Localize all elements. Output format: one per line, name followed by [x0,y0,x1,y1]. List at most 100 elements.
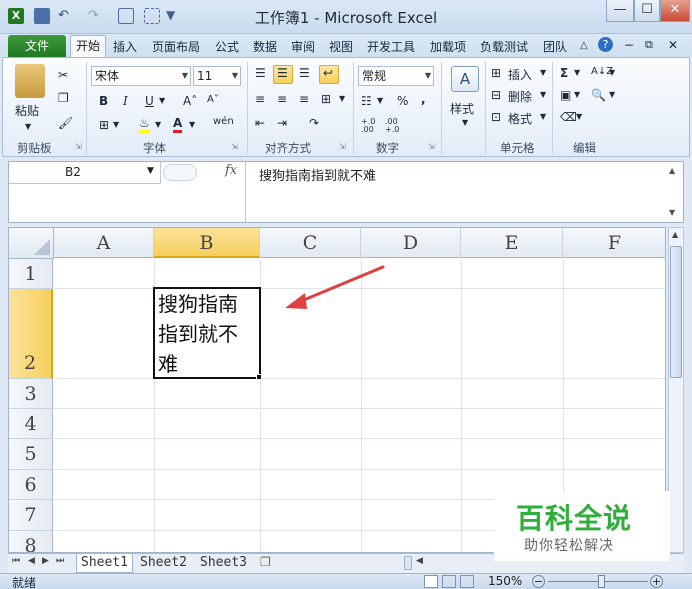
row-header-1[interactable]: 1 [9,259,53,289]
underline-dropdown-icon[interactable]: ▼ [159,96,165,105]
column-header-f[interactable]: F [563,228,665,258]
row-header-8[interactable]: 8 [9,531,53,552]
formula-collapse-icon[interactable]: ▲ [669,166,675,175]
decrease-indent-icon[interactable]: ⇤ [255,116,265,130]
insert-cells-dropdown-icon[interactable]: ▼ [540,68,546,77]
formula-expand-icon[interactable]: ▼ [669,208,675,217]
border-dropdown-icon[interactable]: ▼ [113,120,119,129]
font-size-combo[interactable]: 11 ▼ [193,66,241,86]
currency-icon[interactable]: ☷ [361,94,372,108]
paste-icon[interactable] [15,64,45,98]
grow-font-button[interactable]: A˄ [183,94,197,108]
column-header-d[interactable]: D [361,228,461,258]
number-launcher-icon[interactable]: ⇲ [428,142,435,151]
name-box[interactable]: B2 ▼ [9,162,161,184]
page-layout-view-icon[interactable] [442,575,456,588]
workbook-restore-icon[interactable]: ⧉ [645,38,653,52]
delete-cells-icon[interactable]: ⊟ [491,88,501,102]
fill-icon[interactable]: ▣ [560,88,571,102]
tab-file[interactable]: 文件 [8,35,66,57]
font-color-icon[interactable]: A [173,116,183,133]
vertical-scrollbar[interactable]: ▲ [668,227,684,553]
tab-formulas[interactable]: 公式 [215,38,239,55]
font-size-dropdown-icon[interactable]: ▼ [232,67,238,85]
tab-load-test[interactable]: 负载测试 [480,38,528,55]
zoom-in-icon[interactable]: + [650,575,663,588]
merge-dropdown-icon[interactable]: ▼ [339,94,345,103]
paste-dropdown-icon[interactable]: ▼ [25,122,31,131]
fill-color-dropdown-icon[interactable]: ▼ [155,120,161,129]
formula-cancel-enter-area[interactable] [163,164,197,181]
insert-cells-icon[interactable]: ⊞ [491,66,501,80]
italic-button[interactable]: I [123,94,128,108]
autosum-dropdown-icon[interactable]: ▼ [574,68,580,77]
row-header-6[interactable]: 6 [9,470,53,500]
row-header-5[interactable]: 5 [9,439,53,470]
first-sheet-icon[interactable]: ⏮ [12,556,20,566]
copy-icon[interactable]: ❐ [58,91,69,105]
find-select-dropdown-icon[interactable]: ▼ [609,90,615,99]
font-color-dropdown-icon[interactable]: ▼ [189,120,195,129]
zoom-level[interactable]: 150% [488,574,522,588]
tab-developer[interactable]: 开发工具 [367,38,415,55]
row-header-3[interactable]: 3 [9,379,53,409]
column-header-e[interactable]: E [461,228,563,258]
tab-review[interactable]: 审阅 [291,38,315,55]
align-top-icon[interactable]: ☰ [255,66,266,80]
shrink-font-button[interactable]: A˅ [207,94,219,105]
sort-filter-dropdown-icon[interactable]: ▼ [609,68,615,77]
autosum-button[interactable]: Σ [560,66,568,80]
phonetic-button[interactable]: wén [213,116,234,127]
percent-button[interactable]: % [397,94,408,108]
ribbon-minimize-icon[interactable]: △ [580,40,588,51]
bold-button[interactable]: B [99,94,108,108]
number-format-combo[interactable]: 常规 ▼ [358,66,434,86]
number-format-dropdown-icon[interactable]: ▼ [425,67,431,85]
column-header-c[interactable]: C [260,228,361,258]
alignment-launcher-icon[interactable]: ⇲ [339,142,346,151]
normal-view-icon[interactable] [424,575,438,588]
align-center-icon[interactable]: ≡ [277,92,287,106]
find-select-icon[interactable]: 🔍 [591,88,606,102]
styles-dropdown-icon[interactable]: ▼ [462,118,468,127]
tab-page-layout[interactable]: 页面布局 [152,38,200,55]
vertical-scroll-thumb[interactable] [670,246,682,378]
minimize-button[interactable]: — [606,0,634,22]
fill-color-icon[interactable]: ♨ [139,116,150,133]
column-header-a[interactable]: A [54,228,154,258]
currency-dropdown-icon[interactable]: ▼ [377,96,383,105]
align-left-icon[interactable]: ≡ [255,92,265,106]
format-cells-icon[interactable]: ⊡ [491,110,501,124]
zoom-out-icon[interactable]: − [532,575,545,588]
tab-view[interactable]: 视图 [329,38,353,55]
insert-cells-button[interactable]: 插入 [508,66,532,83]
font-name-dropdown-icon[interactable]: ▼ [182,67,188,85]
last-sheet-icon[interactable]: ⏭ [56,556,64,566]
styles-icon[interactable]: A [451,66,479,92]
border-icon[interactable]: ⊞ [99,118,109,132]
close-button[interactable]: ✕ [660,0,690,22]
styles-button-label[interactable]: 样式 [450,100,474,117]
tab-add-ins[interactable]: 加载项 [430,38,466,55]
tab-split-handle[interactable] [404,556,412,570]
decrease-decimal-button[interactable]: .00 +.0 [385,118,405,134]
name-box-dropdown-icon[interactable]: ▼ [147,166,154,176]
align-right-icon[interactable]: ≡ [299,92,309,106]
row-header-7[interactable]: 7 [9,500,53,531]
column-header-b[interactable]: B [154,228,260,258]
merge-center-icon[interactable]: ⊞ [321,92,331,106]
sheet-tab-sheet3[interactable]: Sheet3 [196,554,251,573]
zoom-slider-thumb[interactable] [598,575,605,588]
format-cells-dropdown-icon[interactable]: ▼ [540,112,546,121]
fx-icon[interactable]: fx [225,163,237,178]
insert-sheet-icon[interactable]: ❐ [260,555,271,569]
formula-input[interactable]: 搜狗指南指到就不难 [259,165,376,184]
tab-insert[interactable]: 插入 [113,38,137,55]
paste-button-label[interactable]: 粘贴 [15,102,39,119]
tab-home[interactable]: 开始 [70,35,106,58]
text-direction-icon[interactable]: ↷ [309,116,319,130]
next-sheet-icon[interactable]: ▶ [42,556,49,566]
scroll-up-icon[interactable]: ▲ [672,230,678,239]
select-all-corner[interactable] [9,228,54,259]
comma-button[interactable]: , [421,92,426,106]
